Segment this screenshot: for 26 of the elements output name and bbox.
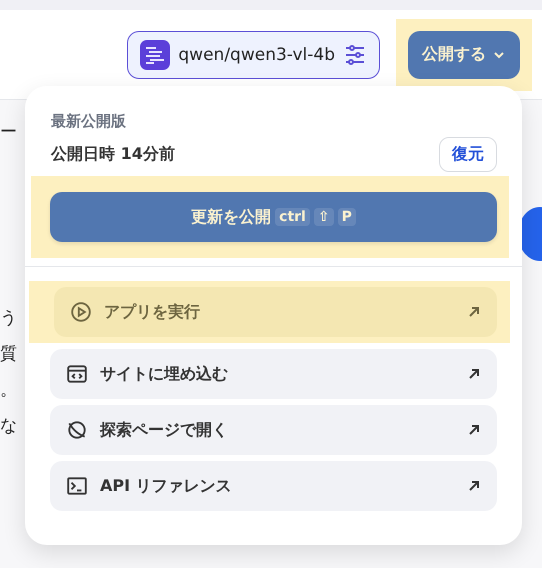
restore-button[interactable]: 復元 (439, 137, 497, 172)
publish-update-button[interactable]: 更新を公開 ctrl ⇧ P (50, 192, 497, 242)
external-link-icon (467, 305, 481, 319)
play-icon (70, 301, 92, 323)
external-link-icon (467, 367, 481, 381)
model-selector[interactable]: qwen/qwen3-vl-4b (127, 30, 380, 78)
terminal-icon (66, 475, 88, 497)
menu-item[interactable]: サイトに埋め込む (50, 349, 497, 399)
planet-icon (66, 419, 88, 441)
external-link-icon (467, 479, 481, 493)
code-window-icon (66, 363, 88, 385)
model-logo-icon (140, 40, 170, 70)
background-text: 。 (0, 380, 17, 400)
section-title: 最新公開版 (50, 112, 127, 131)
menu-item[interactable]: アプリを実行 (54, 287, 497, 337)
external-link-icon (467, 423, 481, 437)
background-text: う (0, 308, 17, 328)
menu-item[interactable]: API リファレンス (50, 461, 497, 511)
publish-button[interactable]: 公開する (408, 30, 520, 78)
menu-item[interactable]: 探索ページで開く (50, 405, 497, 455)
background-text: な (0, 416, 17, 436)
background-text: ー (0, 122, 17, 142)
background-text: 質 (0, 344, 17, 364)
published-time: 公開日時 14分前 (51, 144, 175, 165)
sliders-icon[interactable] (343, 42, 367, 66)
model-name: qwen/qwen3-vl-4b (178, 44, 335, 64)
